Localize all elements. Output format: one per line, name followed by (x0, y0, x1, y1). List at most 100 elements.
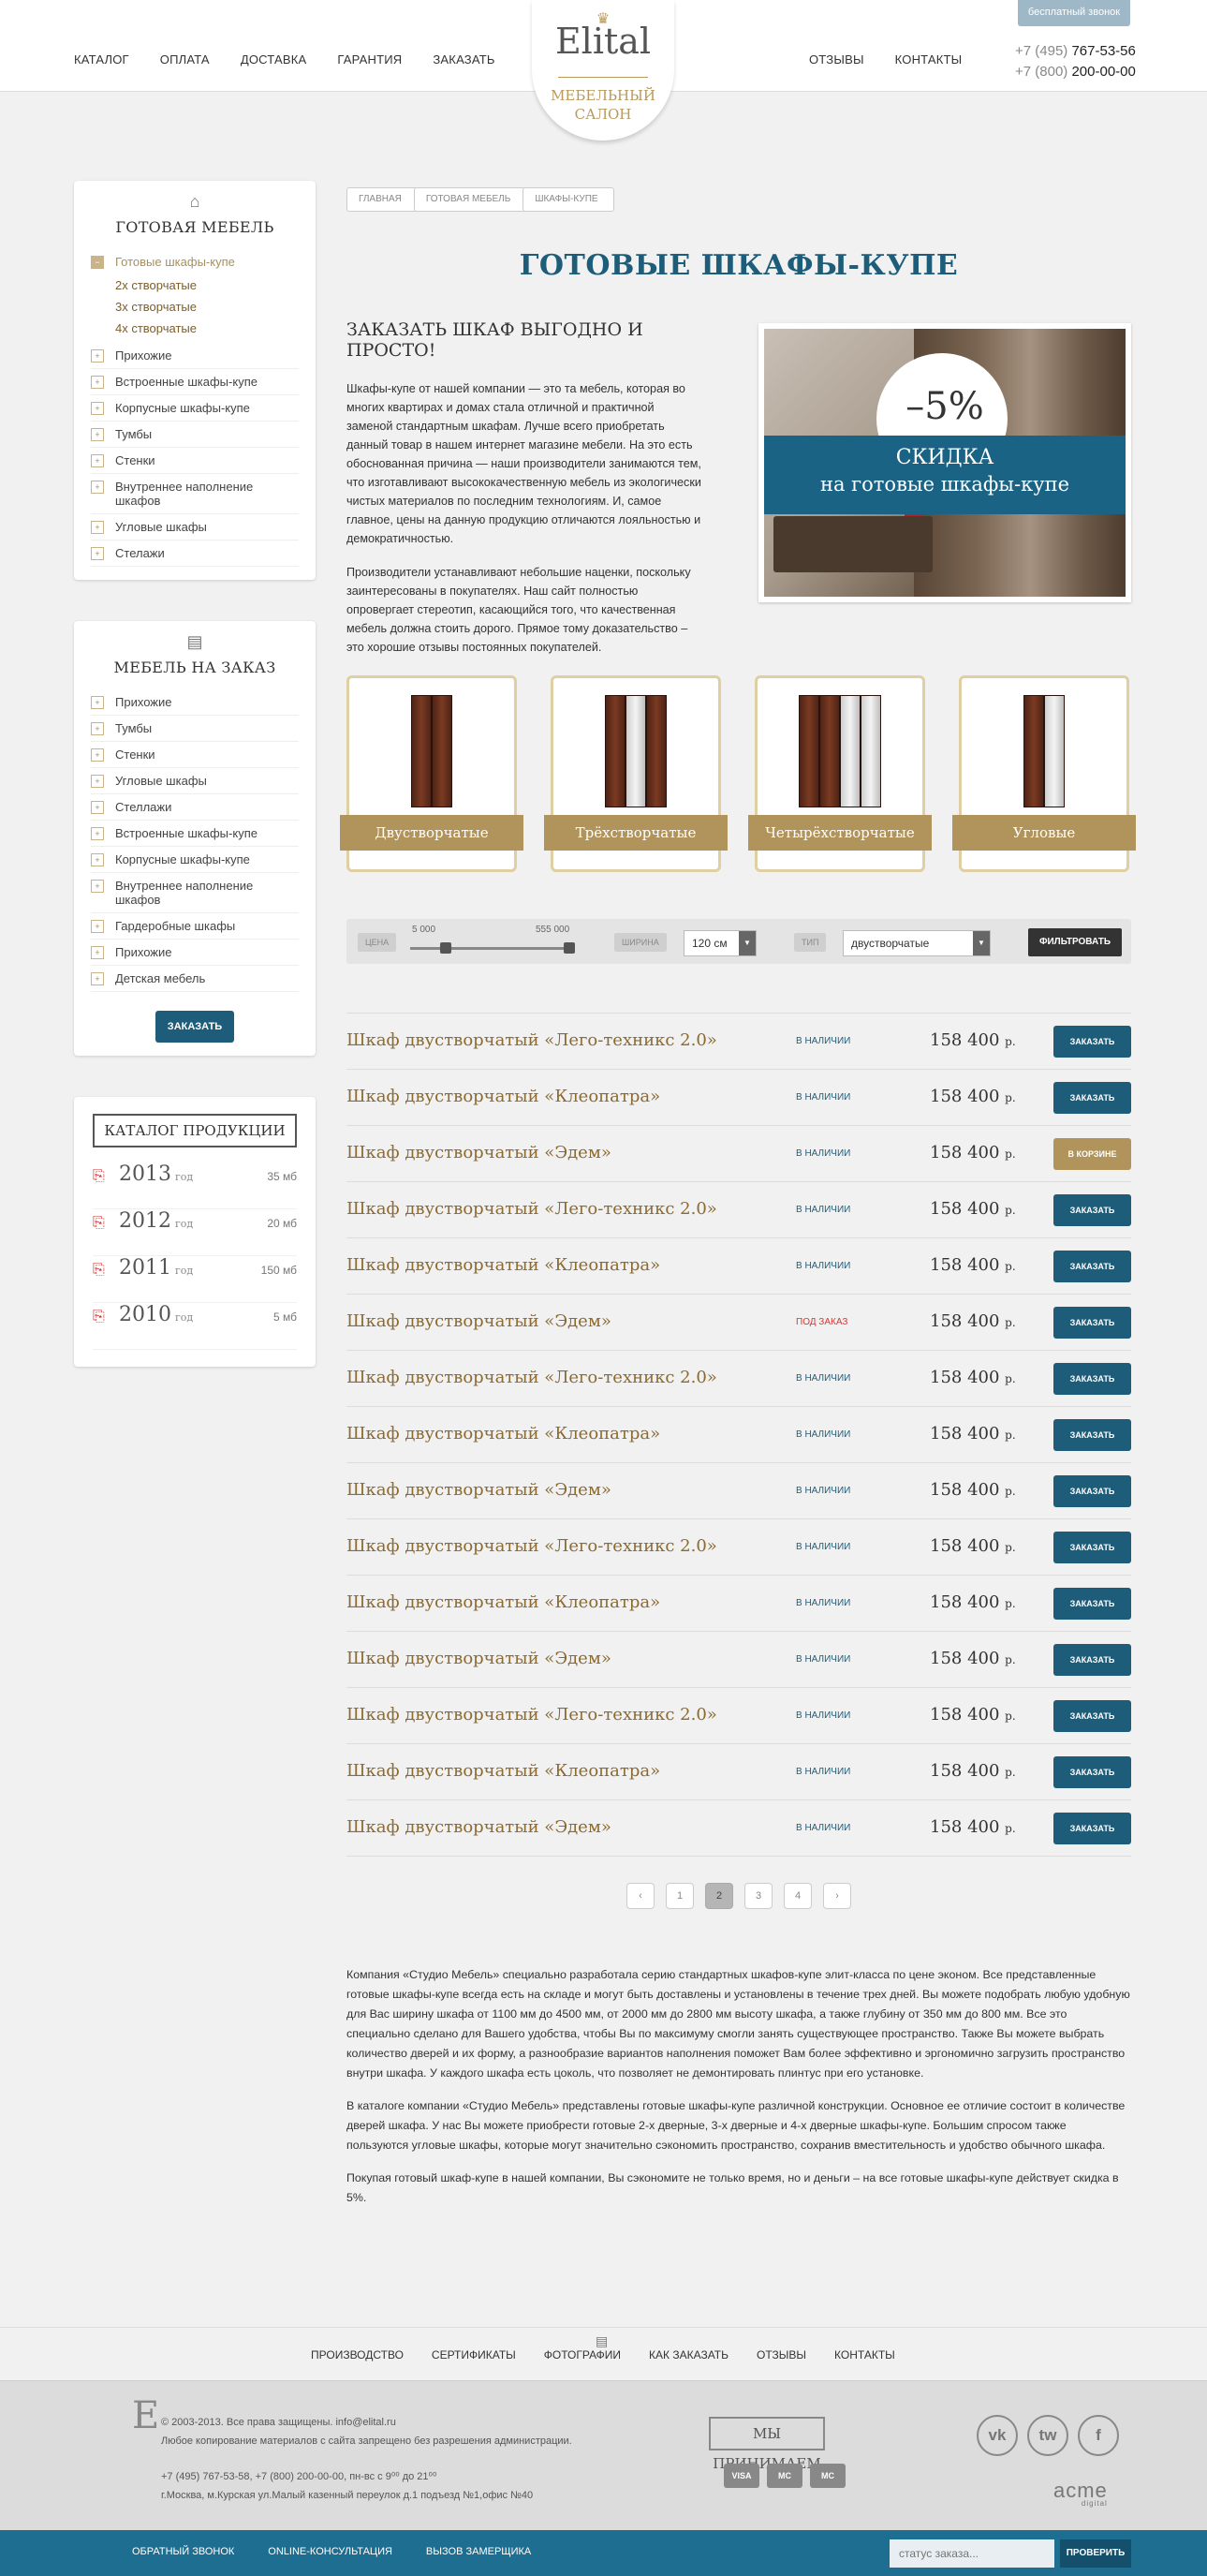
product-name[interactable]: Шкаф двустворчатый «Клеопатра» (346, 1255, 660, 1275)
category-tile[interactable]: Угловые (952, 675, 1136, 872)
order-button[interactable]: Заказать (1053, 1813, 1131, 1844)
developer-logo[interactable]: acme digital (1053, 2479, 1108, 2508)
footer-nav-link[interactable]: Фотографии (544, 2348, 621, 2361)
footer-nav-link[interactable]: Производство (311, 2348, 404, 2361)
custom-item[interactable]: + Тумбы (91, 716, 299, 742)
custom-item[interactable]: + Корпусные шкафы-купе (91, 847, 299, 873)
product-name[interactable]: Шкаф двустворчатый «Эдем» (346, 1143, 611, 1162)
prev-page-button[interactable]: ‹ (626, 1883, 655, 1909)
catalog-download-row[interactable]: ⎘ 2011 год 150 мб (93, 1256, 297, 1303)
product-name[interactable]: Шкаф двустворчатый «Эдем» (346, 1649, 611, 1668)
in-cart-button[interactable]: В корзине (1053, 1138, 1131, 1170)
price-slider-max-handle[interactable] (564, 942, 575, 954)
custom-item[interactable]: + Стенки (91, 742, 299, 768)
order-button[interactable]: Заказать (1053, 1532, 1131, 1563)
nav-reviews[interactable]: Отзывы (809, 52, 864, 67)
ready-item[interactable]: + Стенки (91, 448, 299, 474)
price-slider-min-handle[interactable] (440, 942, 451, 954)
footer-nav-link[interactable]: Сертификаты (432, 2348, 516, 2361)
order-button[interactable]: Заказать (1053, 1419, 1131, 1451)
subitem-3door[interactable]: 3х створчатые (115, 296, 299, 318)
bottom-measurer-link[interactable]: Вызов замерщика (426, 2546, 531, 2557)
order-button[interactable]: Заказать (1053, 1475, 1131, 1507)
order-button[interactable]: Заказать (1053, 1756, 1131, 1788)
facebook-icon[interactable]: f (1078, 2415, 1119, 2456)
order-button[interactable]: Заказать (1053, 1307, 1131, 1339)
product-name[interactable]: Шкаф двустворчатый «Клеопатра» (346, 1424, 660, 1443)
order-status-input[interactable] (890, 2539, 1054, 2568)
order-button[interactable]: Заказать (1053, 1082, 1131, 1114)
product-name[interactable]: Шкаф двустворчатый «Клеопатра» (346, 1087, 660, 1106)
free-call-button[interactable]: бесплатный звонок (1018, 0, 1130, 26)
check-status-button[interactable]: Проверить (1060, 2539, 1131, 2568)
twitter-icon[interactable]: tw (1027, 2415, 1068, 2456)
nav-order[interactable]: Заказать (433, 52, 494, 67)
next-page-button[interactable]: › (823, 1883, 851, 1909)
order-button[interactable]: Заказать (1053, 1194, 1131, 1226)
bottom-consult-link[interactable]: Online-консультация (268, 2546, 392, 2557)
footer-nav-link[interactable]: Как заказать (649, 2348, 729, 2361)
product-name[interactable]: Шкаф двустворчатый «Клеопатра» (346, 1592, 660, 1612)
ready-item[interactable]: + Прихожие (91, 343, 299, 369)
order-button[interactable]: Заказать (1053, 1026, 1131, 1058)
footer-nav-link[interactable]: Контакты (834, 2348, 895, 2361)
product-name[interactable]: Шкаф двустворчатый «Лего-техникс 2.0» (346, 1199, 717, 1219)
nav-warranty[interactable]: Гарантия (337, 52, 402, 67)
custom-item[interactable]: + Внутреннее наполнение шкафов (91, 873, 299, 913)
nav-payment[interactable]: Оплата (160, 52, 210, 67)
custom-item[interactable]: + Прихожие (91, 689, 299, 716)
custom-item[interactable]: + Детская мебель (91, 966, 299, 992)
product-name[interactable]: Шкаф двустворчатый «Эдем» (346, 1311, 611, 1331)
product-name[interactable]: Шкаф двустворчатый «Лего-техникс 2.0» (346, 1030, 717, 1050)
category-tile[interactable]: Трёхстворчатые (544, 675, 728, 872)
sidebar-item-ready-wardrobes[interactable]: − Готовые шкафы-купе (91, 249, 299, 274)
ready-item[interactable]: + Стелажи (91, 540, 299, 567)
nav-delivery[interactable]: Доставка (241, 52, 307, 67)
product-name[interactable]: Шкаф двустворчатый «Лего-техникс 2.0» (346, 1536, 717, 1556)
breadcrumb-ready[interactable]: Готовая мебель (413, 187, 527, 212)
ready-item[interactable]: + Встроенные шкафы-купе (91, 369, 299, 395)
ready-item[interactable]: + Корпусные шкафы-купе (91, 395, 299, 422)
page-button[interactable]: 3 (744, 1883, 773, 1909)
vk-icon[interactable]: vk (977, 2415, 1018, 2456)
order-button[interactable]: Заказать (1053, 1588, 1131, 1620)
footer-nav-link[interactable]: Отзывы (757, 2348, 806, 2361)
order-button[interactable]: Заказать (1053, 1644, 1131, 1676)
order-button[interactable]: Заказать (1053, 1700, 1131, 1732)
category-tile[interactable]: Четырёхстворчатые (748, 675, 932, 872)
custom-item[interactable]: + Прихожие (91, 940, 299, 966)
product-name[interactable]: Шкаф двустворчатый «Клеопатра» (346, 1761, 660, 1781)
product-name[interactable]: Шкаф двустворчатый «Лего-техникс 2.0» (346, 1368, 717, 1387)
logo[interactable]: ♛ Elital Мебельный салон (532, 0, 674, 141)
page-button[interactable]: 1 (666, 1883, 694, 1909)
sidebar-order-button[interactable]: Заказать (155, 1011, 234, 1043)
ready-item[interactable]: + Угловые шкафы (91, 514, 299, 540)
category-tile[interactable]: Двустворчатые (340, 675, 523, 872)
catalog-download-row[interactable]: ⎘ 2010 год 5 мб (93, 1303, 297, 1350)
ready-item[interactable]: + Внутреннее наполнение шкафов (91, 474, 299, 514)
bottom-callback-link[interactable]: Обратный звонок (132, 2546, 234, 2557)
page-button[interactable]: 4 (784, 1883, 812, 1909)
width-select[interactable]: 120 см ▼ (684, 930, 757, 956)
subitem-2door[interactable]: 2х створчатые (115, 274, 299, 296)
custom-item[interactable]: + Гардеробные шкафы (91, 913, 299, 940)
custom-item[interactable]: + Встроенные шкафы-купе (91, 821, 299, 847)
product-name[interactable]: Шкаф двустворчатый «Эдем» (346, 1480, 611, 1500)
subitem-4door[interactable]: 4х створчатые (115, 318, 299, 339)
discount-banner[interactable]: –5% Скидка на готовые шкафы-купе (758, 323, 1131, 602)
type-select[interactable]: двустворчатые ▼ (843, 930, 991, 956)
custom-item[interactable]: + Угловые шкафы (91, 768, 299, 794)
product-name[interactable]: Шкаф двустворчатый «Эдем» (346, 1817, 611, 1837)
product-name[interactable]: Шкаф двустворчатый «Лего-техникс 2.0» (346, 1705, 717, 1725)
catalog-download-row[interactable]: ⎘ 2013 год 35 мб (93, 1162, 297, 1209)
nav-catalog[interactable]: Каталог (74, 52, 129, 67)
filter-button[interactable]: Фильтровать (1028, 928, 1122, 956)
breadcrumb-home[interactable]: Главная (346, 187, 418, 212)
ready-item[interactable]: + Тумбы (91, 422, 299, 448)
order-button[interactable]: Заказать (1053, 1251, 1131, 1282)
custom-item[interactable]: + Стеллажи (91, 794, 299, 821)
catalog-download-row[interactable]: ⎘ 2012 год 20 мб (93, 1209, 297, 1256)
nav-contacts[interactable]: Контакты (895, 52, 963, 67)
price-slider[interactable] (410, 947, 569, 950)
order-button[interactable]: Заказать (1053, 1363, 1131, 1395)
